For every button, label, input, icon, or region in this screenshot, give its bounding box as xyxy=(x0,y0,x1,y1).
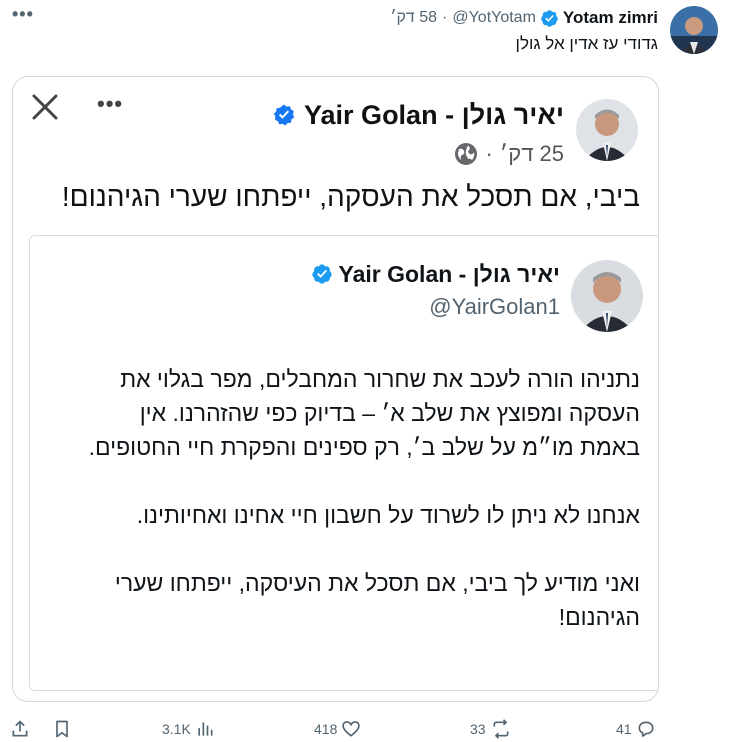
embedded-tweet: Yair Golan - יאיר גולן @YairGolan1 נתניה… xyxy=(29,235,658,691)
author-handle[interactable]: @YotYotam xyxy=(452,9,536,27)
embedded-paragraph: נתניהו הורה לעכב את שחרור המחבלים, מפר ב… xyxy=(40,362,640,464)
repost-button[interactable]: 33 xyxy=(466,718,512,740)
embedded-line: הגיהנום! xyxy=(558,604,640,630)
close-icon xyxy=(32,94,58,120)
avatar-photo-icon xyxy=(670,6,718,54)
embedded-author-avatar xyxy=(571,260,643,332)
embedded-author-name: Yair Golan - יאיר גולן xyxy=(338,260,560,287)
separator-dot: · xyxy=(442,9,448,26)
tweet-action-bar: 3.1K 418 33 41 xyxy=(0,712,741,742)
like-button[interactable]: 418 xyxy=(310,718,361,740)
replies-count: 41 xyxy=(616,721,632,737)
share-button[interactable] xyxy=(10,718,30,740)
embedded-line: באמת מו״מ על שלב ב׳, רק ספינים והפקרת חי… xyxy=(88,434,640,460)
tweet-time[interactable]: 58 דק׳ xyxy=(390,9,437,27)
author-name[interactable]: Yotam zimri xyxy=(563,8,658,28)
avatar[interactable] xyxy=(670,6,718,54)
repost-icon xyxy=(493,719,509,739)
fb-post-meta: 25 דק׳ · xyxy=(454,139,564,169)
embedded-line: אנחנו לא ניתן לו לשרוד על חשבון חיי אחינ… xyxy=(136,502,640,528)
fb-post-time: 25 דק׳ xyxy=(499,141,564,166)
embedded-line: נתניהו הורה לעכב את שחרור המחבלים, מפר ב… xyxy=(120,366,640,392)
embedded-paragraph: אנחנו לא ניתן לו לשרוד על חשבון חיי אחינ… xyxy=(40,498,640,532)
fb-post-text: ביבי, אם תסכל את העסקה, ייפתחו שערי הגיה… xyxy=(61,181,640,212)
reply-button[interactable]: 41 xyxy=(612,718,656,740)
fb-author-name: Yair Golan - יאיר גולן xyxy=(304,99,564,130)
fb-author-row: Yair Golan - יאיר גולן xyxy=(272,97,564,133)
embedded-tweet-body: נתניהו הורה לעכב את שחרור המחבלים, מפר ב… xyxy=(40,362,640,668)
verified-badge-icon xyxy=(273,104,295,126)
views-button[interactable]: 3.1K xyxy=(158,718,215,740)
reposts-count: 33 xyxy=(470,721,486,737)
embedded-line: העסקה ומפוצץ את שלב א׳ – בדיוק כפי שהזהר… xyxy=(139,400,640,426)
tweet-header: Yotam zimri @YotYotam · 58 דק׳ xyxy=(390,6,658,30)
bookmark-icon xyxy=(56,720,68,738)
separator-dot: · xyxy=(485,141,493,166)
globe-icon xyxy=(455,143,478,165)
embedded-author-handle: @YairGolan1 xyxy=(429,294,560,319)
portrait-icon xyxy=(576,99,638,161)
embedded-author-row: Yair Golan - יאיר גולן xyxy=(311,258,560,290)
fb-author-avatar xyxy=(576,99,638,161)
portrait-icon xyxy=(571,260,643,332)
bookmark-button[interactable] xyxy=(52,718,72,740)
verified-badge-icon xyxy=(311,264,332,284)
share-icon xyxy=(12,720,28,737)
views-icon xyxy=(198,722,213,736)
more-horizontal-icon: ••• xyxy=(97,91,124,116)
more-options-icon[interactable]: ••• xyxy=(12,4,34,25)
likes-count: 418 xyxy=(314,721,338,737)
reply-icon xyxy=(638,721,654,737)
tweet-page: ••• Yotam zimri @YotYotam · 58 דק׳ גדודי… xyxy=(0,0,741,742)
heart-icon xyxy=(342,721,361,737)
tweet-media-image[interactable]: ••• Yair Golan - יאיר גולן 25 דק׳ · ביבי… xyxy=(12,76,659,702)
embedded-paragraph: ואני מודיע לך ביבי, אם תסכל את העיסקה, י… xyxy=(40,566,640,634)
views-count: 3.1K xyxy=(162,721,191,737)
embedded-line: ואני מודיע לך ביבי, אם תסכל את העיסקה, י… xyxy=(114,570,640,596)
tweet-text: גדודי עז אדין אל גולן xyxy=(515,34,658,53)
verified-badge-icon xyxy=(541,9,558,27)
